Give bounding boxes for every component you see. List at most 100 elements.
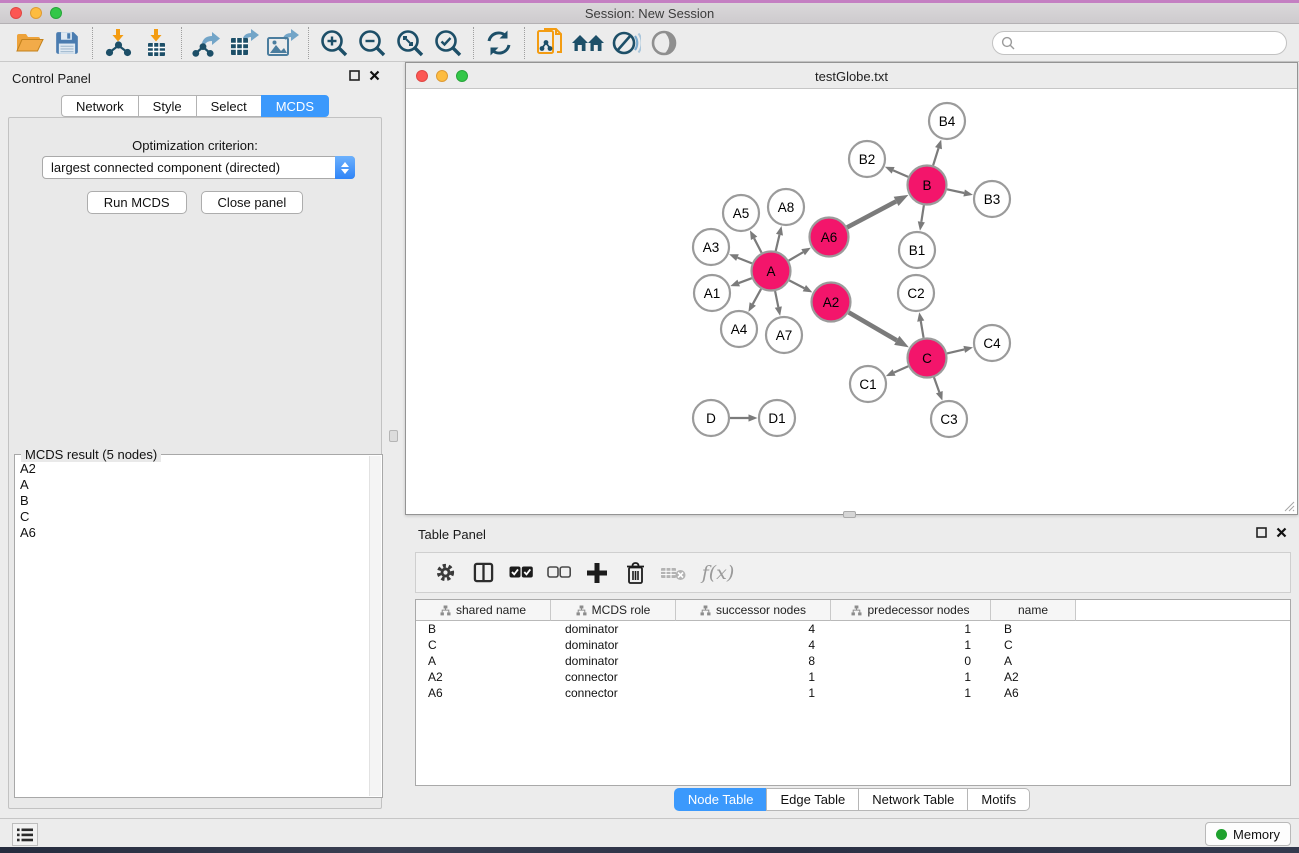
node-C1[interactable]: C1 [850,366,886,402]
delete-table-button[interactable] [656,556,690,590]
save-session-button[interactable] [48,26,86,60]
node-B2[interactable]: B2 [849,141,885,177]
zoom-in-button[interactable] [315,26,353,60]
edge-C-C2[interactable] [917,312,924,338]
criterion-dropdown[interactable]: largest connected component (directed) [42,156,355,179]
table-cell[interactable]: dominator [551,653,676,669]
export-table-button[interactable] [226,26,264,60]
table-cell[interactable]: C [416,637,551,653]
table-cell[interactable]: B [416,621,551,637]
function-builder-button[interactable]: f(x) [694,556,742,590]
node-A2[interactable]: A2 [812,283,851,322]
add-row-button[interactable] [580,556,614,590]
node-A4[interactable]: A4 [721,311,757,347]
float-table-panel-icon[interactable] [1256,527,1267,538]
table-cell[interactable]: 4 [676,637,831,653]
node-C[interactable]: C [908,339,947,378]
table-cell[interactable]: 1 [831,669,991,685]
table-cell[interactable]: A2 [991,669,1076,685]
mcds-result-item[interactable]: C [16,509,368,525]
node-A7[interactable]: A7 [766,317,802,353]
table-cell[interactable]: 1 [676,669,831,685]
mcds-result-item[interactable]: A2 [16,461,368,477]
edge-A-A6[interactable] [789,248,811,261]
edge-A6-B[interactable] [847,195,908,228]
edge-B-B2[interactable] [885,167,908,177]
edge-B-B3[interactable] [947,189,973,196]
node-A[interactable]: A [752,252,791,291]
table-row[interactable]: A2connector11A2 [416,669,1290,685]
import-table-button[interactable] [137,26,175,60]
close-panel-button[interactable]: Close panel [201,191,304,214]
table-cell[interactable]: connector [551,669,676,685]
column-visibility-button[interactable] [466,556,500,590]
table-cell[interactable]: 1 [676,685,831,701]
table-cell[interactable]: 0 [831,653,991,669]
column-header-shared-name[interactable]: shared name [416,600,551,621]
run-mcds-button[interactable]: Run MCDS [87,191,187,214]
edge-A2-C[interactable] [849,312,909,347]
node-C2[interactable]: C2 [898,275,934,311]
node-A5[interactable]: A5 [723,195,759,231]
select-all-rows-button[interactable] [504,556,538,590]
node-B1[interactable]: B1 [899,232,935,268]
hide-graphics-details-button[interactable] [607,26,645,60]
zoom-fit-button[interactable] [391,26,429,60]
memory-button[interactable]: Memory [1205,822,1291,846]
node-B[interactable]: B [908,166,947,205]
node-B4[interactable]: B4 [929,103,965,139]
task-history-button[interactable] [12,823,38,846]
open-session-button[interactable] [10,26,48,60]
edge-C-C3[interactable] [934,377,943,400]
new-network-from-selection-button[interactable] [531,26,569,60]
tab-network[interactable]: Network [61,95,138,117]
column-header-predecessor-nodes[interactable]: predecessor nodes [831,600,991,621]
table-row[interactable]: Adominator80A [416,653,1290,669]
edge-A-A2[interactable] [789,280,812,292]
table-cell[interactable]: B [991,621,1076,637]
search-box[interactable] [992,31,1287,55]
tab-mcds[interactable]: MCDS [261,95,329,117]
table-cell[interactable]: A6 [991,685,1076,701]
edge-A-A1[interactable] [730,278,752,286]
zoom-selected-button[interactable] [429,26,467,60]
network-canvas[interactable]: AA1A3A4A5A7A8A6A2BB1B2B3B4CC1C2C3C4DD1 [406,89,1297,514]
tab-select[interactable]: Select [196,95,261,117]
node-A6[interactable]: A6 [810,218,849,257]
vertical-splitter-handle[interactable] [389,430,398,442]
table-options-button[interactable] [428,556,462,590]
edge-A-A7[interactable] [775,291,782,316]
import-network-button[interactable] [99,26,137,60]
table-cell[interactable]: A2 [416,669,551,685]
tab-motifs[interactable]: Motifs [967,788,1030,811]
edge-A-A5[interactable] [750,230,762,252]
node-A3[interactable]: A3 [693,229,729,265]
edge-A-A8[interactable] [776,226,783,251]
node-C4[interactable]: C4 [974,325,1010,361]
close-table-panel-icon[interactable] [1276,527,1287,538]
edge-B-B1[interactable] [918,205,925,230]
delete-row-button[interactable] [618,556,652,590]
column-header-successor-nodes[interactable]: successor nodes [676,600,831,621]
birdseye-view-button[interactable] [645,26,683,60]
column-header-MCDS-role[interactable]: MCDS role [551,600,676,621]
resize-grip-icon[interactable] [1283,500,1295,512]
edge-C-C4[interactable] [947,346,973,353]
node-A1[interactable]: A1 [694,275,730,311]
table-cell[interactable]: C [991,637,1076,653]
float-panel-icon[interactable] [349,70,360,81]
table-cell[interactable]: 1 [831,637,991,653]
export-network-button[interactable] [188,26,226,60]
table-cell[interactable]: dominator [551,637,676,653]
tab-edge-table[interactable]: Edge Table [766,788,858,811]
table-row[interactable]: Cdominator41C [416,637,1290,653]
refresh-network-button[interactable] [480,26,518,60]
edge-A-A3[interactable] [729,254,752,263]
tab-network-table[interactable]: Network Table [858,788,967,811]
node-D1[interactable]: D1 [759,400,795,436]
mcds-result-item[interactable]: A [16,477,368,493]
edge-C-C1[interactable] [886,366,908,376]
node-C3[interactable]: C3 [931,401,967,437]
column-header-name[interactable]: name [991,600,1076,621]
home-button[interactable] [569,26,607,60]
